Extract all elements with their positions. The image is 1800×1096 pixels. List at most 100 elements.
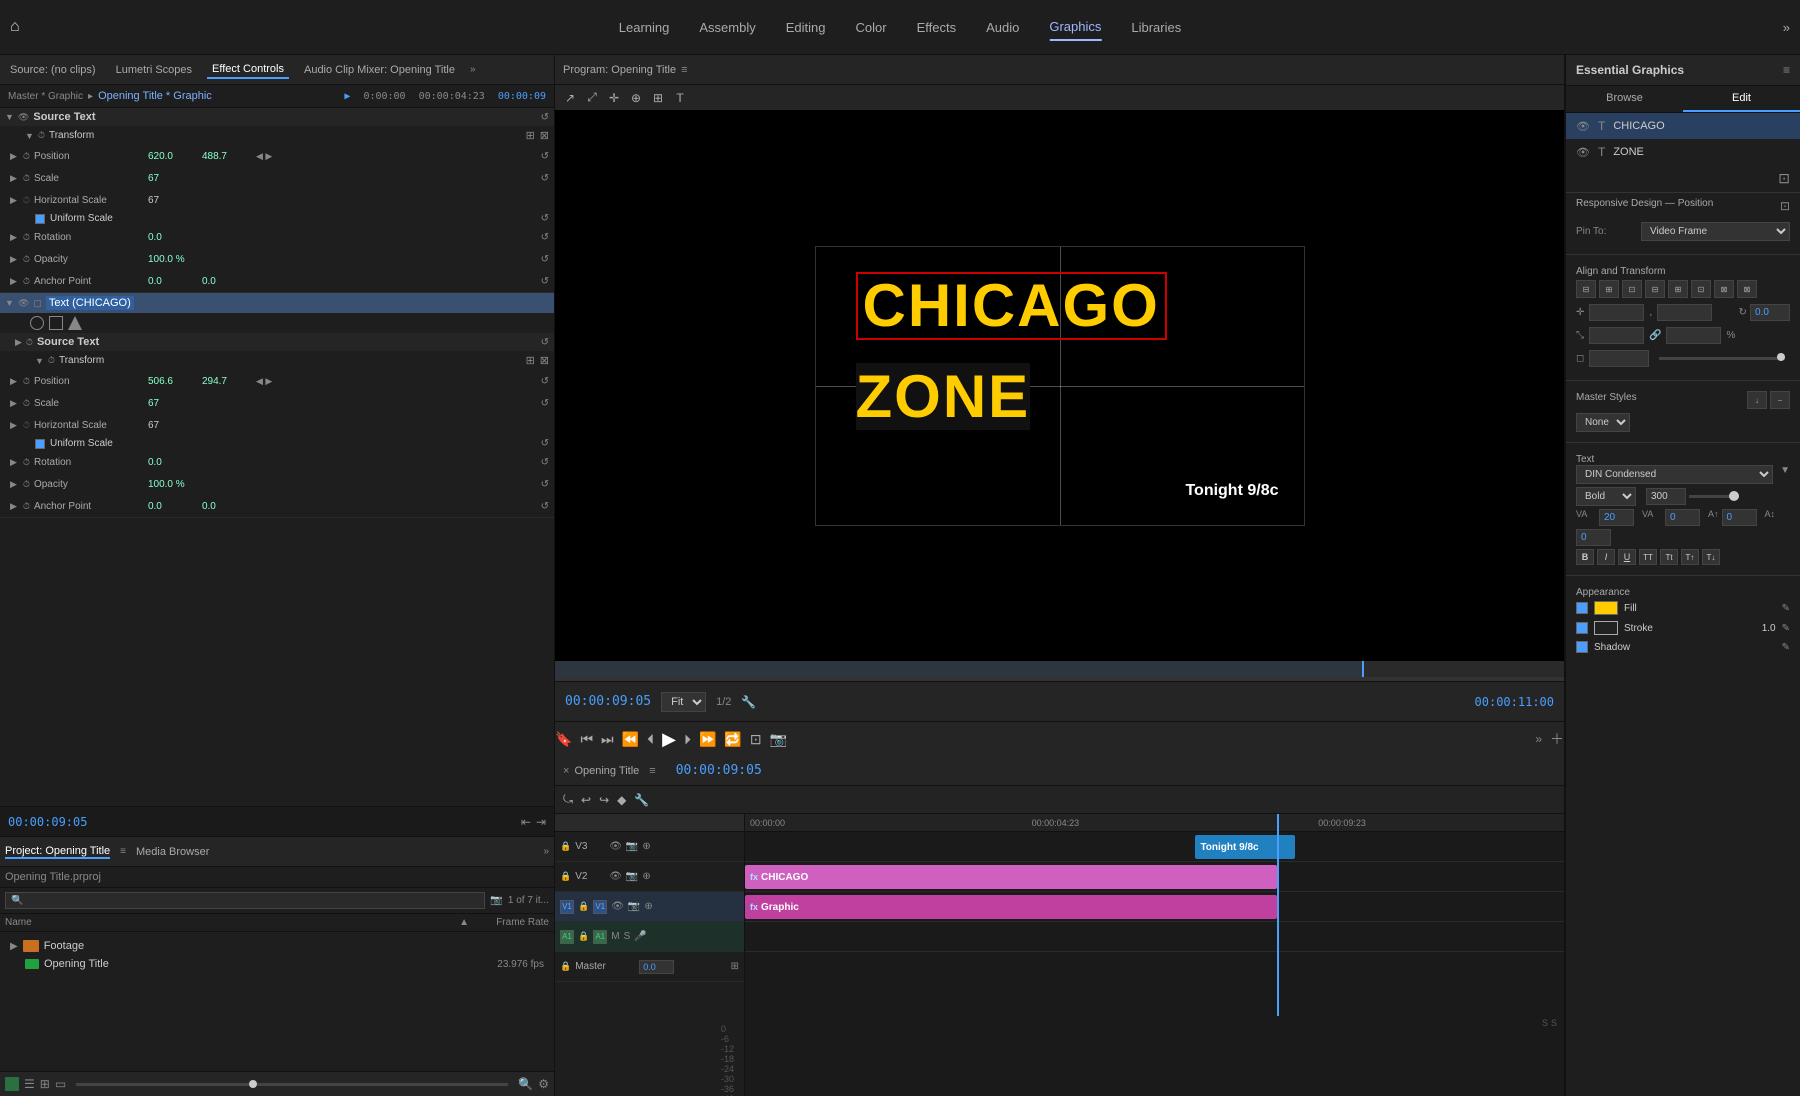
fill-color-swatch[interactable]	[1594, 601, 1618, 615]
nav-expand-icon[interactable]: »	[1783, 20, 1790, 35]
list-view-icon[interactable]: ☰	[24, 1077, 35, 1091]
ec-hscale1-val[interactable]: 67	[148, 195, 193, 206]
tl-back-icon[interactable]: ↩	[581, 793, 591, 807]
timeline-menu-icon[interactable]: ≡	[649, 765, 655, 777]
eg-weight-select[interactable]: Bold	[1576, 487, 1636, 506]
ec-anchor2-x[interactable]: 0.0	[148, 501, 193, 512]
eg-size-slider[interactable]	[1689, 495, 1739, 498]
nav-assembly[interactable]: Assembly	[699, 15, 755, 40]
ec-anchor2-y[interactable]: 0.0	[202, 501, 247, 512]
tl-marker-icon[interactable]: ◆	[617, 793, 626, 807]
chicago-visibility-icon[interactable]: 👁	[1576, 120, 1590, 133]
master-push-btn[interactable]: ↓	[1747, 391, 1767, 409]
distribute1-btn[interactable]: ⊠	[1714, 280, 1734, 298]
bold-btn[interactable]: B	[1576, 549, 1594, 565]
footage-folder-name[interactable]: Footage	[44, 940, 84, 952]
tab-edit[interactable]: Edit	[1683, 86, 1800, 112]
text-tool-icon[interactable]: T	[670, 89, 690, 107]
scale2-reset[interactable]: ↺	[541, 398, 549, 409]
zone-container[interactable]: ZONE	[856, 367, 1031, 427]
master-value-input[interactable]	[639, 960, 674, 974]
track-v1-indicator[interactable]: V1	[560, 900, 574, 914]
tracking-input[interactable]	[1665, 509, 1700, 526]
crop-tool-icon[interactable]: ⊕	[626, 89, 646, 107]
kerning-input[interactable]	[1599, 509, 1634, 526]
nav-libraries[interactable]: Libraries	[1131, 15, 1181, 40]
tc-chicago-clip[interactable]: fx CHICAGO	[745, 865, 1277, 889]
eg-menu-icon[interactable]: ≡	[1783, 63, 1790, 77]
rotation1-reset[interactable]: ↺	[541, 232, 549, 243]
loop-btn[interactable]: 🔁	[724, 731, 741, 748]
ec-anchor1-x[interactable]: 0.0	[148, 276, 193, 287]
master-minus-btn[interactable]: −	[1770, 391, 1790, 409]
track-a1-m-btn[interactable]: M	[611, 931, 619, 942]
tab-lumetri[interactable]: Lumetri Scopes	[111, 62, 197, 78]
ec-scale1-val[interactable]: 67	[148, 173, 193, 184]
ec-to-out-btn[interactable]: ⇥	[536, 815, 546, 829]
scale-tool-icon[interactable]: ⊞	[648, 89, 668, 107]
tsscale-input[interactable]	[1576, 529, 1611, 546]
eg-font-select[interactable]: DIN Condensed	[1576, 465, 1773, 484]
stroke-checkbox[interactable]	[1576, 622, 1588, 634]
home-icon[interactable]: ⌂	[10, 18, 20, 36]
track-v1-sync-icon[interactable]: ⊕	[644, 901, 652, 912]
ec-reset-icon[interactable]: ↺	[541, 112, 549, 123]
chicago-eye-icon[interactable]: 👁	[18, 298, 29, 309]
monitor-more-btn[interactable]: »	[1535, 732, 1542, 746]
tl-wrench-icon[interactable]: 🔧	[634, 793, 649, 807]
tc-v1-track[interactable]: fx Graphic	[745, 892, 1564, 922]
track-v1-lock-icon[interactable]: 🔒	[578, 901, 589, 912]
ec-scale2-val[interactable]: 67	[148, 398, 193, 409]
chicago-layer-name[interactable]: CHICAGO	[1613, 120, 1790, 132]
nav-learning[interactable]: Learning	[619, 15, 670, 40]
ec-opacity1-val[interactable]: 100.0 %	[148, 254, 193, 265]
tab-source[interactable]: Source: (no clips)	[5, 62, 101, 78]
track-a1-label-btn[interactable]: A1	[593, 930, 607, 944]
timeline-playhead[interactable]	[1277, 814, 1279, 1016]
nav-audio[interactable]: Audio	[986, 15, 1019, 40]
zone-layer-name[interactable]: ZONE	[1613, 146, 1790, 158]
project-expand-icon[interactable]: »	[543, 846, 549, 857]
stroke-value[interactable]: 1.0	[1762, 623, 1776, 634]
track-v3-lock-icon[interactable]: 🔒	[560, 841, 571, 852]
export-frame-btn[interactable]: 📷	[770, 731, 787, 748]
chicago-selection-box[interactable]: CHICAGO	[856, 272, 1167, 340]
eg-pos-y[interactable]: 294.7	[1657, 304, 1712, 321]
zone-visibility-icon[interactable]: 👁	[1576, 146, 1590, 159]
fill-edit-icon[interactable]: ✎	[1782, 603, 1790, 614]
timeline-timecode[interactable]: 00:00:09:05	[676, 763, 762, 778]
track-a1-mic-icon[interactable]: 🎤	[634, 931, 646, 942]
opacity2-reset[interactable]: ↺	[541, 479, 549, 490]
new-bin-icon[interactable]	[5, 1077, 19, 1091]
track-v2-eye-icon[interactable]: 👁	[609, 871, 622, 882]
panel-expand-icon[interactable]: »	[470, 64, 476, 75]
nav-color[interactable]: Color	[855, 15, 886, 40]
eg-font-size-input[interactable]	[1646, 488, 1686, 505]
align-left-btn[interactable]: ⊟	[1576, 280, 1596, 298]
align-center-h-btn[interactable]: ⊞	[1599, 280, 1619, 298]
ec-hscale2-val[interactable]: 67	[148, 420, 193, 431]
anchor1-reset[interactable]: ↺	[541, 276, 549, 287]
arrow-tool-icon[interactable]: ↗	[560, 89, 580, 107]
uniform-scale1-reset[interactable]: ↺	[541, 213, 549, 224]
align-to-frame-icon[interactable]: ⊡	[1778, 170, 1790, 187]
settings-icon[interactable]: ⚙	[538, 1077, 549, 1091]
position1-reset[interactable]: ↺	[541, 151, 549, 162]
eg-scale-val[interactable]: 67	[1589, 327, 1644, 344]
position1-arrows[interactable]: ◀ ▶	[256, 151, 272, 162]
stroke-color-swatch[interactable]	[1594, 621, 1618, 635]
col-sort-icon[interactable]: ▲	[459, 917, 469, 928]
to-in-btn[interactable]: ⏪	[622, 731, 639, 748]
project-folder-footage[interactable]: ▶ Footage	[5, 937, 549, 955]
tab-audio-mixer[interactable]: Audio Clip Mixer: Opening Title	[299, 62, 460, 78]
track-v2-sync-icon[interactable]: ⊕	[642, 871, 650, 882]
shadow-checkbox[interactable]	[1576, 641, 1588, 653]
tc-v3-track[interactable]: Tonight 9/8c	[745, 832, 1564, 862]
resize-tool-icon[interactable]: ⤢	[582, 89, 602, 107]
ec-position2-y[interactable]: 294.7	[202, 376, 247, 387]
tab-browse[interactable]: Browse	[1566, 86, 1683, 112]
ec-position2-x[interactable]: 506.6	[148, 376, 193, 387]
align-center-v-btn[interactable]: ⊞	[1668, 280, 1688, 298]
eg-rotation-val[interactable]	[1750, 304, 1790, 321]
ec-transform1-header[interactable]: ▼ ⏱ Transform ⊞ ⊠	[0, 126, 554, 145]
